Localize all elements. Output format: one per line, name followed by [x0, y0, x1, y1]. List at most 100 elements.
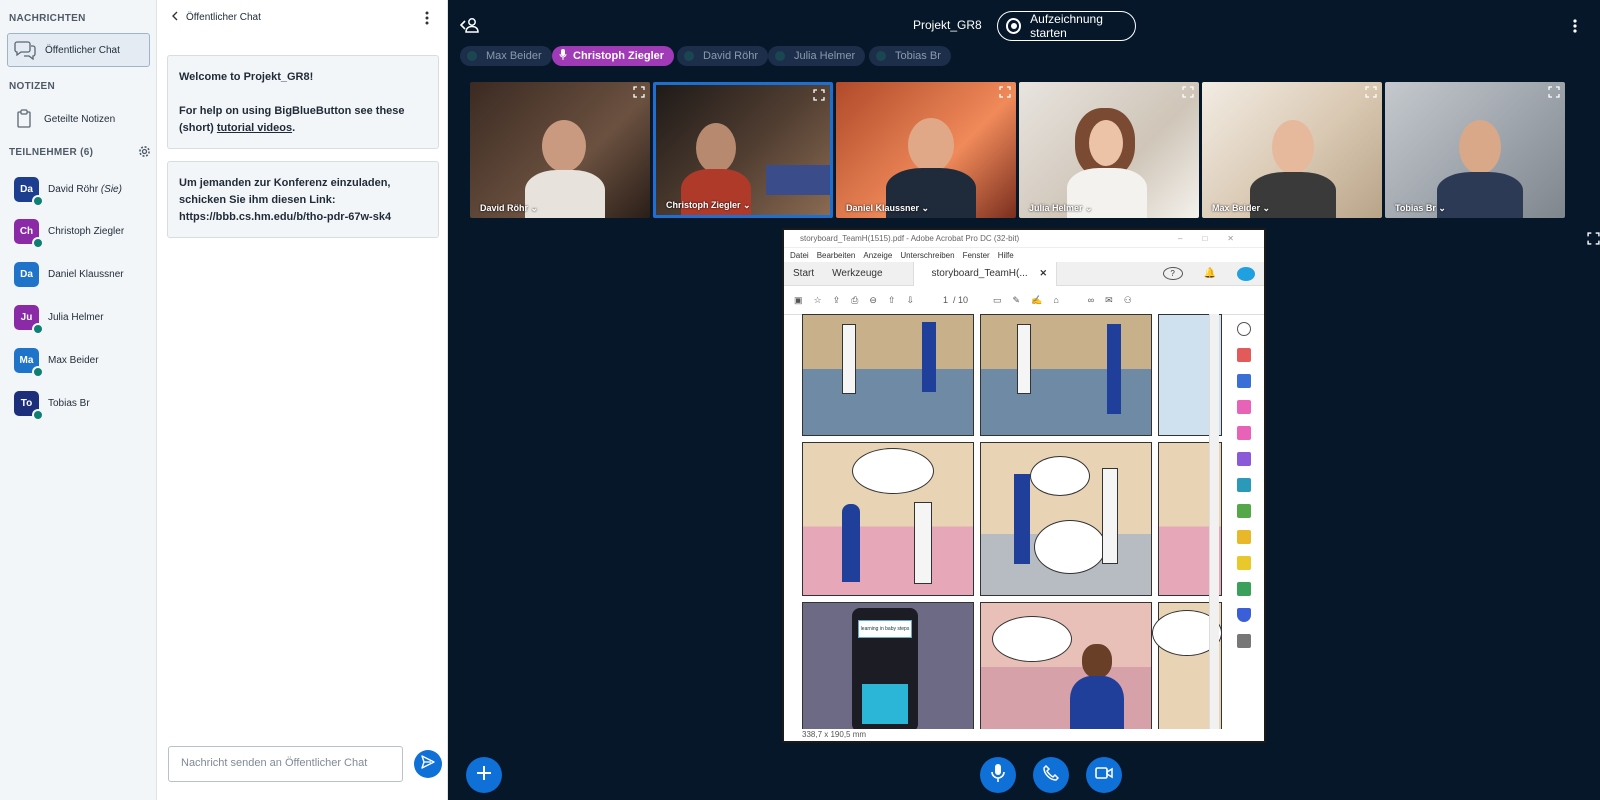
- camera-button[interactable]: [1086, 757, 1122, 793]
- fullscreen-icon[interactable]: [1587, 232, 1600, 250]
- menu-item[interactable]: Hilfe: [998, 251, 1014, 260]
- tab-document[interactable]: storyboard_TeamH(... ✕: [912, 261, 1058, 286]
- zoom-out-icon[interactable]: ⊖: [869, 295, 877, 306]
- mute-button[interactable]: [980, 757, 1016, 793]
- save-icon[interactable]: ▣: [794, 295, 803, 306]
- gear-icon[interactable]: [138, 145, 151, 163]
- send-button[interactable]: [414, 750, 442, 778]
- tab-tools[interactable]: Werkzeuge: [823, 268, 912, 279]
- talker-pill[interactable]: Tobias Br: [869, 46, 951, 66]
- user-item[interactable]: Da Daniel Klaussner: [14, 259, 124, 289]
- menu-item[interactable]: Bearbeiten: [817, 251, 856, 260]
- user-item[interactable]: Ma Max Beider: [14, 345, 99, 378]
- more-options-icon[interactable]: [425, 11, 429, 30]
- fullscreen-icon[interactable]: [1182, 85, 1194, 103]
- video-tile[interactable]: Max Beider ⌄: [1202, 82, 1382, 218]
- leave-audio-button[interactable]: [1033, 757, 1069, 793]
- more-tools-icon[interactable]: [1237, 634, 1251, 648]
- video-name: David Röhr ⌄: [480, 203, 539, 213]
- welcome-message: Welcome to Projekt_GR8! For help on usin…: [167, 55, 439, 149]
- user-item[interactable]: Da David Röhr (Sie): [14, 174, 122, 207]
- talker-pill[interactable]: Max Beider: [460, 46, 552, 66]
- avatar: Ju: [14, 304, 44, 335]
- edit-pdf-icon[interactable]: [1237, 426, 1251, 440]
- create-pdf-icon[interactable]: [1237, 348, 1251, 362]
- user-list-panel: NACHRICHTEN Öffentlicher Chat NOTIZEN Ge…: [0, 0, 157, 800]
- chat-message-input[interactable]: Nachricht senden an Öffentlicher Chat: [168, 746, 403, 782]
- star-icon[interactable]: ☆: [814, 295, 822, 306]
- fill-sign-icon[interactable]: [1237, 452, 1251, 466]
- page-up-icon[interactable]: ⇧: [888, 295, 896, 306]
- tutorial-link[interactable]: tutorial videos: [217, 122, 292, 134]
- scan-icon[interactable]: [1237, 530, 1251, 544]
- menu-item[interactable]: Unterschreiben: [900, 251, 954, 260]
- page-number-input[interactable]: 1 / 10: [943, 295, 968, 305]
- talker-pill-active[interactable]: Christoph Ziegler: [552, 46, 675, 66]
- link-icon[interactable]: ∞: [1088, 295, 1094, 305]
- record-button[interactable]: Aufzeichnung starten: [997, 11, 1136, 41]
- video-camera-icon: [1095, 766, 1113, 784]
- public-chat-item[interactable]: Öffentlicher Chat: [7, 33, 150, 67]
- user-item[interactable]: Ju Julia Helmer: [14, 302, 104, 335]
- chevron-left-icon[interactable]: [171, 11, 178, 24]
- shared-notes-item[interactable]: Geteilte Notizen: [7, 102, 150, 136]
- account-icon[interactable]: [1237, 266, 1255, 281]
- options-menu-icon[interactable]: [1573, 19, 1577, 38]
- fullscreen-icon[interactable]: [999, 85, 1011, 103]
- pdf-right-tools: [1232, 314, 1256, 724]
- menu-item[interactable]: Fenster: [963, 251, 990, 260]
- menu-item[interactable]: Anzeige: [863, 251, 892, 260]
- export-icon[interactable]: [1237, 478, 1251, 492]
- fullscreen-icon[interactable]: [1365, 85, 1377, 103]
- pen-icon[interactable]: ✎: [1013, 295, 1021, 306]
- share-user-icon[interactable]: ⚇: [1124, 295, 1132, 306]
- organize-pages-icon[interactable]: [1237, 400, 1251, 414]
- pdf-scrollbar[interactable]: [1209, 314, 1219, 729]
- speech-bubble: [992, 616, 1072, 662]
- phone-screen-text: learning in baby steps: [858, 620, 912, 638]
- pdf-page-size: 338,7 x 190,5 mm: [802, 730, 867, 739]
- record-label: Aufzeichnung starten: [1030, 12, 1103, 40]
- upload-icon[interactable]: ⇪: [833, 295, 841, 306]
- tab-start[interactable]: Start: [784, 268, 823, 279]
- user-name: Tobias Br: [48, 397, 90, 409]
- help-icon[interactable]: ?: [1162, 267, 1183, 280]
- video-tile[interactable]: David Röhr ⌄: [470, 82, 650, 218]
- video-tile-active[interactable]: Christoph Ziegler ⌄: [653, 82, 833, 218]
- phone-icon: [1043, 764, 1060, 786]
- pdf-menu-bar: Datei Bearbeiten Anzeige Unterschreiben …: [784, 248, 1264, 262]
- talker-pill[interactable]: Julia Helmer: [768, 46, 866, 66]
- actions-button[interactable]: [466, 757, 502, 793]
- toggle-userlist-icon[interactable]: [459, 17, 480, 38]
- print-icon[interactable]: ⎙: [851, 295, 858, 306]
- shared-notes-label: Geteilte Notizen: [44, 113, 116, 125]
- fullscreen-icon[interactable]: [633, 85, 645, 103]
- tag-icon[interactable]: ⌂: [1053, 295, 1058, 305]
- menu-item[interactable]: Datei: [790, 251, 809, 260]
- zoom-icon[interactable]: [1237, 322, 1251, 336]
- mail-icon[interactable]: ✉: [1105, 295, 1113, 306]
- compress-icon[interactable]: [1237, 504, 1251, 518]
- talker-pill[interactable]: David Röhr: [677, 46, 769, 66]
- user-item[interactable]: To Tobias Br: [14, 388, 90, 421]
- invite-link[interactable]: https://bbb.cs.hm.edu/b/tho-pdr-67w-sk4: [179, 209, 427, 226]
- comment-icon[interactable]: ▭: [993, 295, 1002, 306]
- video-tile[interactable]: Tobias Br ⌄: [1385, 82, 1565, 218]
- messages-heading: NACHRICHTEN: [9, 13, 86, 24]
- video-tile[interactable]: Daniel Klaussner ⌄: [836, 82, 1016, 218]
- notes-heading: NOTIZEN: [9, 81, 55, 92]
- bell-icon[interactable]: 🔔: [1195, 268, 1225, 279]
- fullscreen-icon[interactable]: [813, 88, 825, 106]
- comment-tool-icon[interactable]: [1237, 556, 1251, 570]
- export-pdf-icon[interactable]: [1237, 374, 1251, 388]
- print-production-icon[interactable]: [1237, 582, 1251, 596]
- speech-bubble: [852, 448, 934, 494]
- user-item[interactable]: Ch Christoph Ziegler: [14, 216, 124, 249]
- video-tile[interactable]: Julia Helmer ⌄: [1019, 82, 1199, 218]
- protect-icon[interactable]: [1237, 608, 1251, 622]
- welcome-help: For help on using BigBlueButton see thes…: [179, 105, 405, 134]
- chat-header[interactable]: Öffentlicher Chat: [171, 11, 261, 24]
- fullscreen-icon[interactable]: [1548, 85, 1560, 103]
- page-down-icon[interactable]: ⇩: [906, 295, 914, 306]
- sign-icon[interactable]: ✍: [1031, 295, 1042, 306]
